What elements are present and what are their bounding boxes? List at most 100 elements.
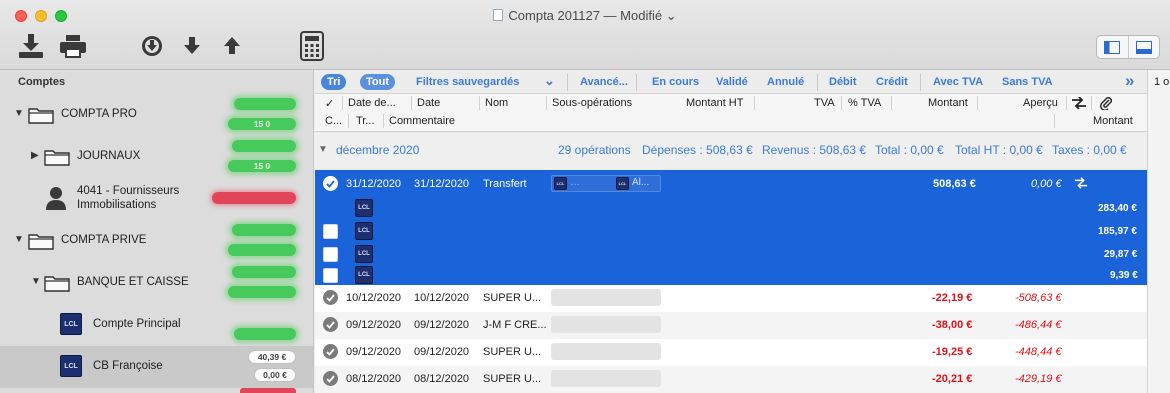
split-row[interactable]: LCL 185,97 € xyxy=(315,220,1147,243)
split-checkbox[interactable] xyxy=(323,224,338,239)
sub-operations-cell[interactable]: LCL … LCL Al... xyxy=(551,175,661,192)
column-header-status[interactable]: ✓ xyxy=(325,97,334,110)
column-header-c[interactable]: C... xyxy=(325,115,342,127)
sidebar-item-compta-pro[interactable]: ▼ COMPTA PRO 15 0 xyxy=(0,94,313,136)
cell-nom: J-M F CRE... xyxy=(483,319,547,331)
split-checkbox[interactable] xyxy=(323,268,338,283)
sidebar-item-compta-prive[interactable]: ▼ COMPTA PRIVE xyxy=(0,220,313,262)
cell-date-debut: 09/12/2020 xyxy=(346,319,402,331)
more-filters-icon[interactable]: » xyxy=(1125,71,1134,91)
status-check-icon[interactable] xyxy=(323,290,338,305)
status-check-icon[interactable] xyxy=(323,344,338,359)
filter-all-button[interactable]: Tout xyxy=(360,74,396,90)
folder-icon xyxy=(28,108,54,124)
paperclip-icon[interactable] xyxy=(1099,96,1113,110)
cell-nom: SUPER U... xyxy=(483,292,542,304)
split-row[interactable]: LCL 9,39 € xyxy=(315,266,1147,285)
filter-avec-tva[interactable]: Avec TVA xyxy=(933,76,983,88)
calculator-icon[interactable] xyxy=(298,30,326,62)
filter-annule[interactable]: Annulé xyxy=(767,76,804,88)
chevron-down-icon[interactable]: ⌄ xyxy=(544,73,555,89)
column-header-montant-ht[interactable]: Montant HT xyxy=(686,97,743,109)
sidebar-item-banque-et-caisse[interactable]: ▼ BANQUE ET CAISSE xyxy=(0,262,313,304)
group-month-label: décembre 2020 xyxy=(336,143,420,157)
filter-credit[interactable]: Crédit xyxy=(876,76,908,88)
sidebar-item-compte-principal[interactable]: LCL Compte Principal xyxy=(0,304,313,346)
cell-montant: -20,21 € xyxy=(932,373,973,385)
disclosure-open-icon[interactable]: ▼ xyxy=(14,108,24,119)
cell-montant: -38,00 € xyxy=(932,319,973,331)
disclosure-open-icon[interactable]: ▼ xyxy=(318,144,328,155)
disclosure-open-icon[interactable]: ▼ xyxy=(14,234,24,245)
sub-operations-cell[interactable] xyxy=(551,343,661,360)
column-header-nom[interactable]: Nom xyxy=(485,97,508,109)
saved-filters-dropdown[interactable]: Filtres sauvegardés xyxy=(416,76,519,88)
cell-date: 09/12/2020 xyxy=(414,319,470,331)
sub-operations-cell[interactable] xyxy=(551,370,661,387)
status-check-icon[interactable] xyxy=(323,176,338,191)
table-row[interactable]: 09/12/2020 09/12/2020 SUPER U... -19,25 … xyxy=(315,339,1147,366)
filter-bar: Tri Tout Filtres sauvegardés ⌄ Avancé...… xyxy=(315,70,1147,94)
cell-date: 31/12/2020 xyxy=(414,178,470,190)
column-separator xyxy=(1054,114,1055,128)
sidebar-item-journaux[interactable]: ▶ JOURNAUX 15 0 xyxy=(0,136,313,178)
column-header-date[interactable]: Date xyxy=(417,97,440,109)
balance-badge xyxy=(228,286,296,298)
column-header-apercu[interactable]: Aperçu xyxy=(1023,97,1058,109)
print-icon[interactable] xyxy=(58,33,88,59)
column-header-tr[interactable]: Tr... xyxy=(356,115,375,127)
split-checkbox[interactable] xyxy=(323,247,338,262)
split-row[interactable]: LCL 29,87 € xyxy=(315,243,1147,266)
column-header-tva[interactable]: TVA xyxy=(814,97,835,109)
cell-nom: SUPER U... xyxy=(483,373,542,385)
sub-operation-label: Al... xyxy=(632,177,650,188)
person-icon xyxy=(46,187,66,210)
sidebar-item-4041-fournisseurs[interactable]: 4041 - Fournisseurs Immobilisations xyxy=(0,178,313,220)
sort-button[interactable]: Tri xyxy=(321,74,347,90)
window-title[interactable]: Compta 201127 — Modifié ⌄ xyxy=(0,8,1170,24)
column-header-montant-2[interactable]: Montant xyxy=(1093,115,1133,127)
cell-apercu: -448,44 € xyxy=(1015,346,1062,358)
table-row[interactable]: 09/12/2020 09/12/2020 J-M F CRE... -38,0… xyxy=(315,312,1147,339)
sub-operations-cell[interactable] xyxy=(551,289,661,306)
filter-valide[interactable]: Validé xyxy=(716,76,748,88)
filter-en-cours[interactable]: En cours xyxy=(652,76,699,88)
transactions-table: 31/12/2020 31/12/2020 Transfert LCL … LC… xyxy=(315,170,1147,393)
column-header-date-debut[interactable]: Date de... xyxy=(348,97,396,109)
sidebar-item-cb-francoise[interactable]: LCL CB Françoise 40,39 € 0,00 € xyxy=(0,346,313,388)
sub-operations-cell[interactable] xyxy=(551,316,661,333)
transfer-icon[interactable] xyxy=(1071,97,1087,109)
filter-debit[interactable]: Débit xyxy=(829,76,857,88)
column-separator xyxy=(348,114,349,128)
column-header-sous-operations[interactable]: Sous-opérations xyxy=(552,97,632,109)
circle-download-icon[interactable] xyxy=(140,34,164,58)
filter-sans-tva[interactable]: Sans TVA xyxy=(1002,76,1053,88)
download-icon[interactable] xyxy=(16,32,46,60)
disclosure-open-icon[interactable]: ▼ xyxy=(31,276,41,287)
disclosure-closed-icon[interactable]: ▶ xyxy=(31,150,39,161)
arrow-down-icon[interactable] xyxy=(182,36,202,56)
cell-date-debut: 10/12/2020 xyxy=(346,292,402,304)
column-separator xyxy=(754,96,755,110)
split-row[interactable]: LCL 283,40 € xyxy=(315,197,1147,220)
divider xyxy=(636,74,637,91)
column-separator xyxy=(411,96,412,110)
column-header-montant[interactable]: Montant xyxy=(928,97,968,109)
table-row[interactable]: 08/12/2020 08/12/2020 SUPER U... -20,21 … xyxy=(315,366,1147,393)
arrow-up-icon[interactable] xyxy=(222,36,242,56)
status-check-icon[interactable] xyxy=(323,371,338,386)
table-row[interactable]: 10/12/2020 10/12/2020 SUPER U... -22,19 … xyxy=(315,285,1147,312)
table-row-selected[interactable]: 31/12/2020 31/12/2020 Transfert LCL … LC… xyxy=(315,170,1147,197)
panel-bottom-icon[interactable] xyxy=(1127,36,1160,58)
cell-nom: SUPER U... xyxy=(483,346,542,358)
status-check-icon[interactable] xyxy=(323,317,338,332)
split-amount: 185,97 € xyxy=(1098,226,1137,237)
advanced-filter-button[interactable]: Avancé... xyxy=(580,76,628,88)
column-header-commentaire[interactable]: Commentaire xyxy=(389,115,455,127)
month-group-header[interactable]: ▼ décembre 2020 29 opérations Dépenses :… xyxy=(315,133,1147,169)
balance-badge: 15 0 xyxy=(228,160,296,172)
column-separator xyxy=(1091,96,1092,110)
group-total: Total : 0,00 € xyxy=(875,143,944,157)
sidebar-left-icon[interactable] xyxy=(1097,36,1128,58)
column-header-pct-tva[interactable]: % TVA xyxy=(848,97,881,109)
